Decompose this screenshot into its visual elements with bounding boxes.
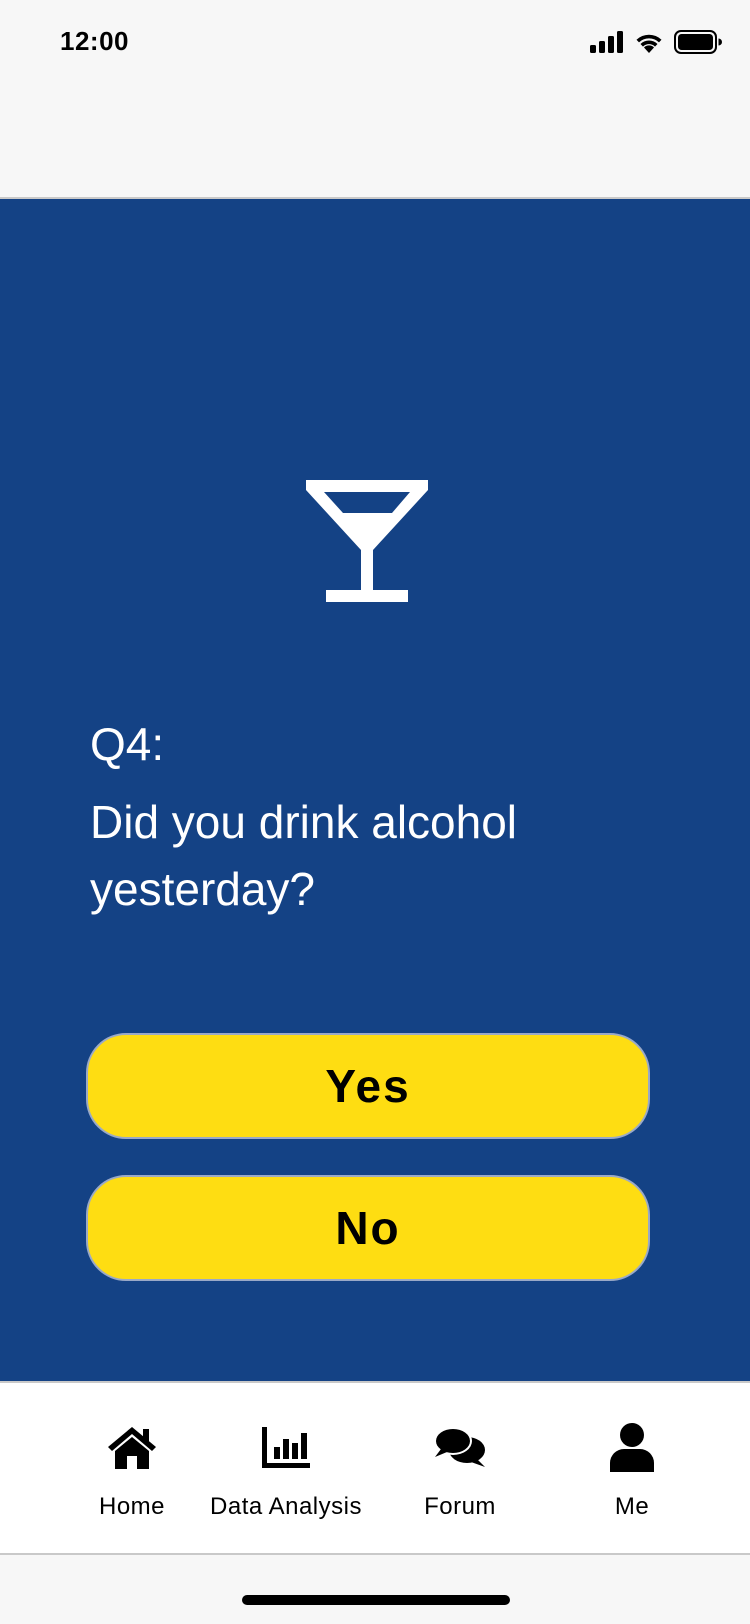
- status-bar: 12:00: [0, 0, 750, 88]
- home-indicator[interactable]: [242, 1595, 510, 1605]
- tab-home-label: Home: [98, 1493, 166, 1520]
- chat-bubbles-icon: [432, 1419, 488, 1475]
- question-panel: Q4: Did you drink alcohol yesterday? Yes…: [0, 197, 750, 1383]
- wifi-icon: [634, 34, 662, 53]
- yes-button[interactable]: Yes: [86, 1033, 650, 1139]
- status-icons: [590, 30, 722, 54]
- tab-forum-label: Forum: [424, 1493, 496, 1520]
- no-button[interactable]: No: [86, 1175, 650, 1281]
- home-icon: [104, 1419, 160, 1475]
- user-icon: [604, 1419, 660, 1475]
- tab-data-analysis[interactable]: Data Analysis: [200, 1383, 372, 1553]
- battery-icon: [674, 30, 722, 54]
- tab-bar: Home Data Analysis Forum Me: [0, 1383, 750, 1555]
- tab-data-analysis-label: Data Analysis: [210, 1493, 362, 1520]
- tab-me-label: Me: [614, 1493, 650, 1520]
- bar-chart-icon: [258, 1419, 314, 1475]
- question-text: Did you drink alcohol yesterday?: [90, 796, 518, 915]
- tab-me[interactable]: Me: [582, 1383, 682, 1553]
- question-number: Q4:: [90, 718, 165, 770]
- cocktail-glass-icon: [306, 480, 428, 602]
- cellular-signal-icon: [590, 31, 623, 53]
- tab-home[interactable]: Home: [82, 1383, 182, 1553]
- status-time: 12:00: [60, 26, 129, 56]
- tab-forum[interactable]: Forum: [410, 1383, 510, 1553]
